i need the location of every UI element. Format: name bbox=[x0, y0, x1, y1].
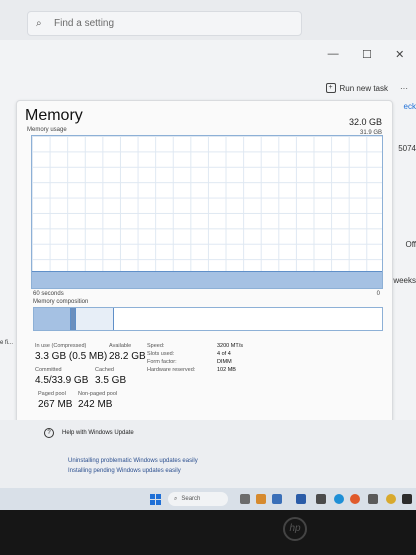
graph-time-label: 60 seconds bbox=[33, 291, 64, 297]
page-title: Memory bbox=[25, 107, 83, 124]
memory-composition-bar bbox=[33, 307, 383, 331]
memory-panel: Memory 32.0 GB Memory usage 31.9 GB 60 s… bbox=[16, 100, 393, 458]
app-icon[interactable] bbox=[316, 494, 326, 504]
memory-total: 32.0 GB bbox=[348, 117, 382, 127]
browser-icon[interactable] bbox=[350, 494, 360, 504]
app-icon[interactable] bbox=[296, 494, 306, 504]
file-explorer-icon[interactable] bbox=[256, 494, 266, 504]
app-icon[interactable] bbox=[368, 494, 378, 504]
stat-available: Available 28.2 GB bbox=[109, 343, 146, 362]
settings-search-placeholder: Find a setting bbox=[54, 18, 115, 29]
more-options-button[interactable]: ··· bbox=[400, 84, 408, 93]
windows-start-icon[interactable] bbox=[150, 494, 161, 505]
clipped-text-3: Off bbox=[405, 240, 416, 249]
update-link-uninstall[interactable]: Uninstalling problematic Windows updates… bbox=[68, 458, 198, 464]
memory-usage-graph bbox=[31, 135, 383, 289]
memory-usage-fill bbox=[32, 271, 382, 288]
help-windows-update[interactable]: ? Help with Windows Update bbox=[44, 428, 134, 438]
monitor-bezel bbox=[0, 510, 416, 555]
maximize-button[interactable]: ☐ bbox=[362, 48, 372, 61]
app-icon[interactable] bbox=[386, 494, 396, 504]
memory-usage-label: Memory usage bbox=[27, 127, 67, 133]
composition-standby bbox=[75, 308, 115, 330]
help-icon: ? bbox=[44, 428, 54, 438]
taskbar-search-label: Search bbox=[181, 496, 201, 502]
taskbar-search[interactable]: ⌕ Search bbox=[168, 492, 228, 506]
run-task-icon: + bbox=[325, 83, 336, 93]
app-icon[interactable] bbox=[402, 494, 412, 504]
clipped-text-1: eck bbox=[403, 102, 416, 111]
memory-specs: Speed: 3200 MT/s Slots used: 4 of 4 Form… bbox=[147, 343, 257, 375]
edge-icon[interactable] bbox=[334, 494, 344, 504]
stat-nonpaged-pool: Non-paged pool 242 MB bbox=[78, 391, 118, 410]
stat-committed: Committed 4.5/33.9 GB bbox=[35, 367, 89, 386]
settings-search-box[interactable]: ⌕ Find a setting bbox=[27, 11, 302, 36]
task-manager-window: — ☐ ✕ + Run new task ··· eck 5074 Off 3 … bbox=[0, 40, 416, 458]
composition-in-use bbox=[34, 308, 71, 330]
stat-paged-pool: Paged pool 267 MB bbox=[38, 391, 73, 410]
toolbar: + Run new task ··· bbox=[325, 80, 408, 96]
app-icon[interactable] bbox=[272, 494, 282, 504]
stat-in-use: In use (Compressed) 3.3 GB (0.5 MB) bbox=[35, 343, 108, 362]
spec-row: Slots used: 4 of 4 bbox=[147, 351, 231, 357]
spec-row: Speed: 3200 MT/s bbox=[147, 343, 243, 349]
clipped-left-text: e fi... bbox=[0, 340, 14, 346]
window-titlebar: — ☐ ✕ bbox=[316, 40, 416, 68]
screen: ⌕ Find a setting — ☐ ✕ + Run new task ··… bbox=[0, 0, 416, 488]
graph-min-label: 0 bbox=[376, 291, 380, 297]
close-button[interactable]: ✕ bbox=[395, 48, 404, 61]
search-icon: ⌕ bbox=[174, 495, 178, 502]
update-link-install[interactable]: Installing pending Windows updates easil… bbox=[68, 468, 181, 474]
task-view-icon[interactable] bbox=[240, 494, 250, 504]
run-new-task-label: Run new task bbox=[339, 83, 388, 93]
composition-label: Memory composition bbox=[33, 299, 89, 305]
stat-cached: Cached 3.5 GB bbox=[95, 367, 127, 386]
spec-row: Hardware reserved: 102 MB bbox=[147, 367, 236, 373]
minimize-button[interactable]: — bbox=[328, 48, 339, 60]
windows-update-section: ? Help with Windows Update Uninstalling … bbox=[0, 420, 416, 488]
run-new-task-button[interactable]: + Run new task bbox=[325, 83, 388, 93]
spec-row: Form factor: DIMM bbox=[147, 359, 232, 365]
taskbar: ⌕ Search bbox=[0, 488, 416, 510]
clipped-text-2: 5074 bbox=[398, 144, 416, 153]
help-label: Help with Windows Update bbox=[62, 430, 134, 436]
search-icon: ⌕ bbox=[36, 17, 42, 29]
hp-logo-icon: hp bbox=[283, 517, 307, 541]
